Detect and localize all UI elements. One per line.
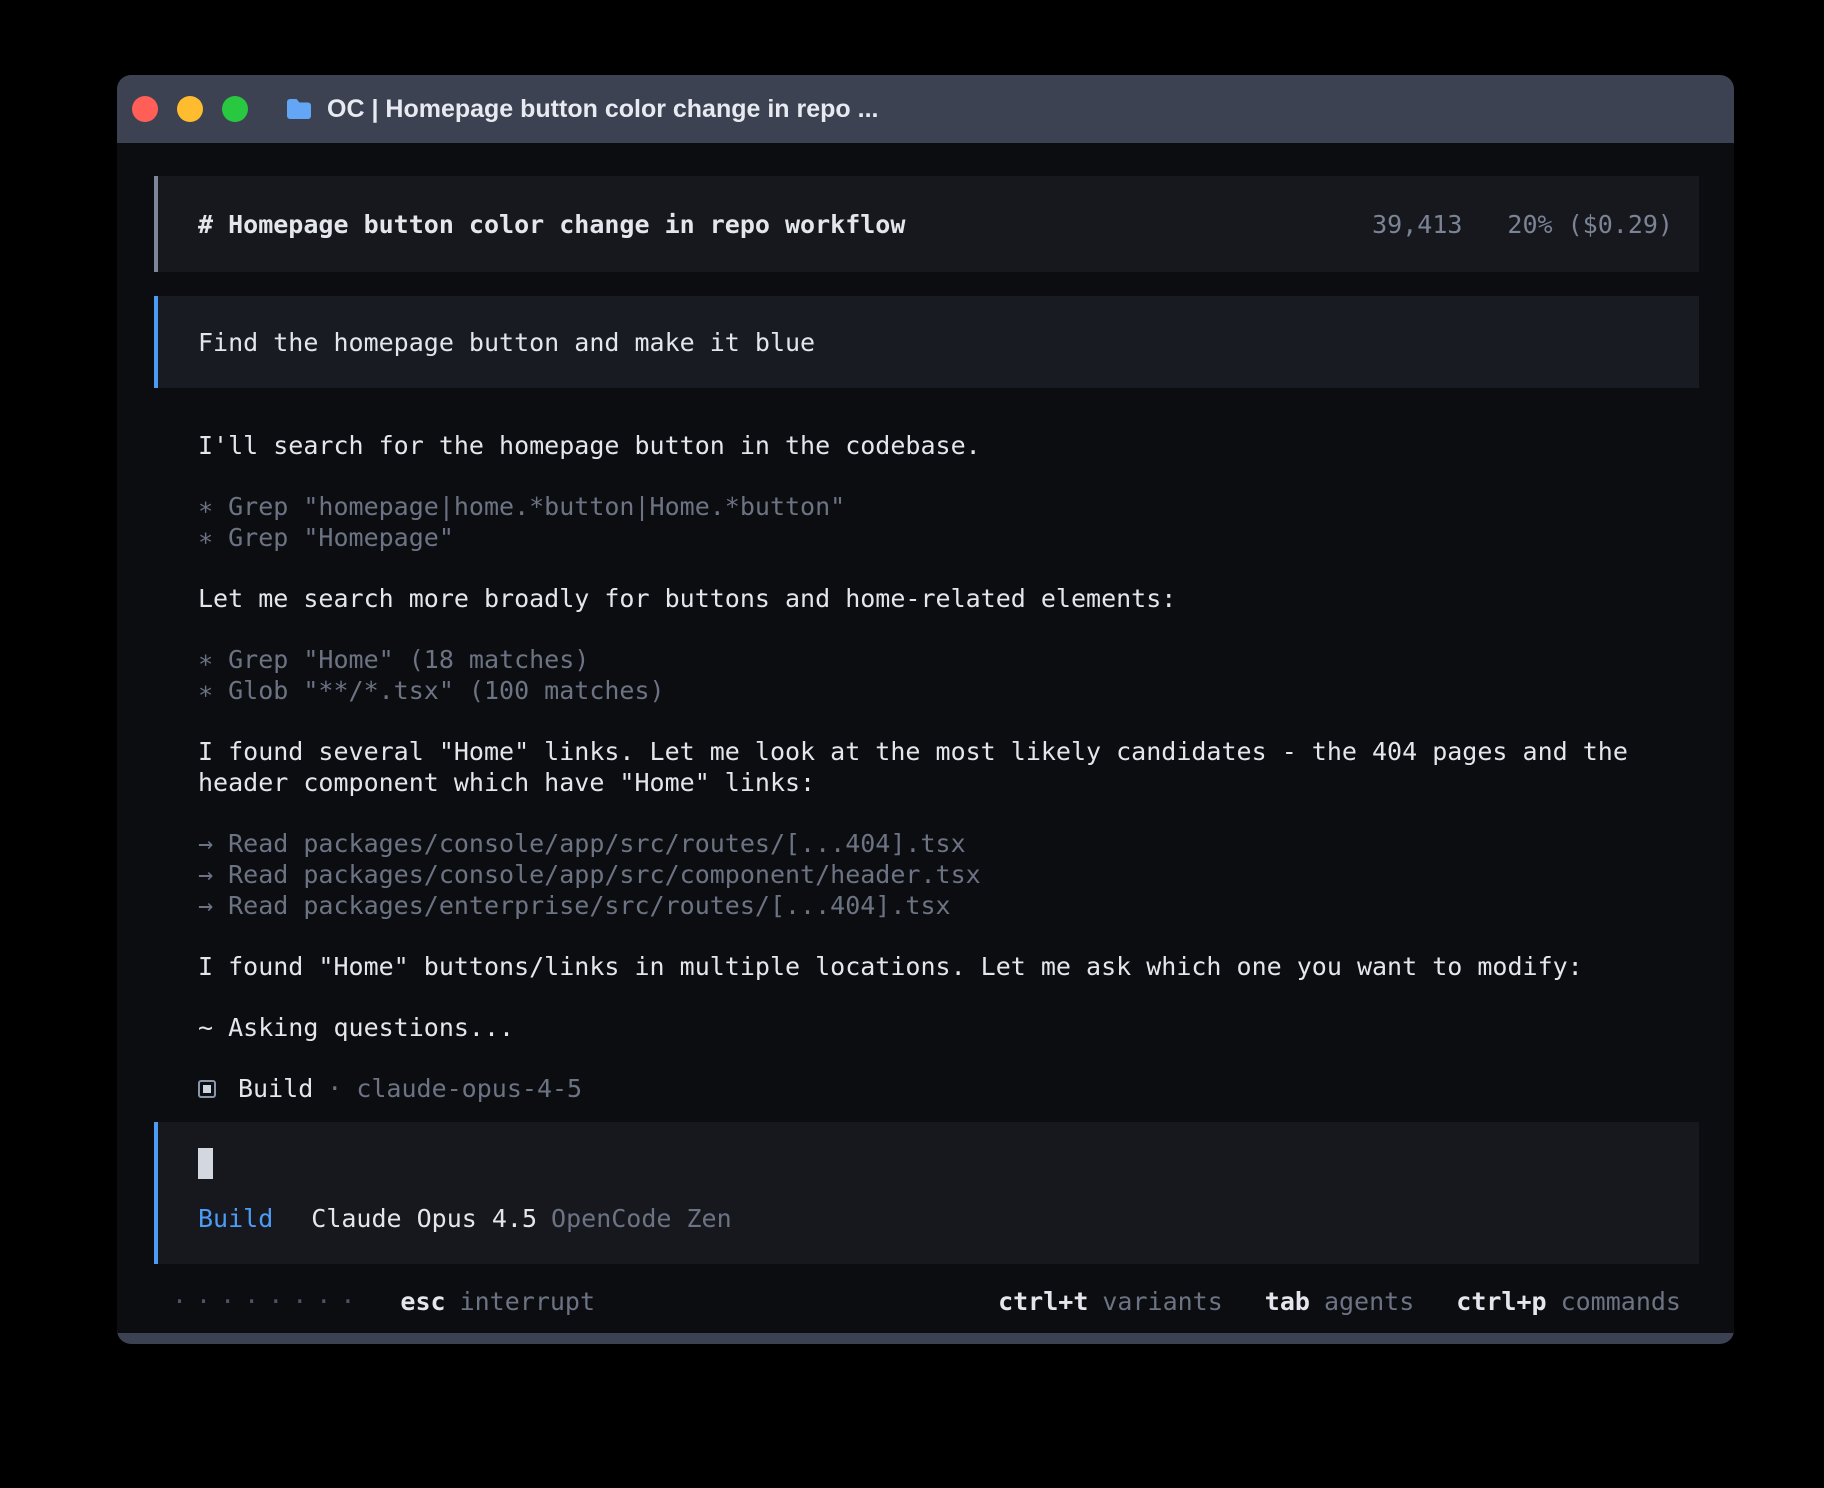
- tool-call-line: ∗ Grep "Home" (18 matches): [198, 644, 1699, 675]
- tool-call-line: → Read packages/console/app/src/componen…: [198, 859, 1699, 890]
- status-bar-right: ctrl+t variants tab agents ctrl+p comman…: [998, 1287, 1681, 1316]
- window-title-group: OC | Homepage button color change in rep…: [285, 95, 878, 124]
- user-message-text: Find the homepage button and make it blu…: [198, 328, 815, 357]
- agent-separator: ·: [327, 1073, 342, 1104]
- zoom-button[interactable]: [222, 96, 248, 122]
- close-button[interactable]: [132, 96, 158, 122]
- minimize-button[interactable]: [177, 96, 203, 122]
- spinner-dots: ········: [172, 1287, 364, 1316]
- prompt-input[interactable]: Build Claude Opus 4.5 OpenCode Zen: [154, 1122, 1699, 1264]
- shortcut-commands: ctrl+p commands: [1456, 1287, 1681, 1316]
- shortcut-label-interrupt: interrupt: [460, 1287, 595, 1316]
- status-bar-left: ········ esc interrupt: [172, 1287, 595, 1316]
- context-usage: 20% ($0.29): [1507, 210, 1673, 239]
- shortcut-label: agents: [1324, 1287, 1414, 1316]
- titlebar[interactable]: OC | Homepage button color change in rep…: [117, 75, 1734, 143]
- session-stats: 39,413 20% ($0.29): [1372, 210, 1673, 239]
- shortcut-key: ctrl+p: [1456, 1287, 1546, 1316]
- token-count: 39,413: [1372, 210, 1462, 239]
- tool-call-group: → Read packages/console/app/src/routes/[…: [198, 828, 1699, 921]
- shortcut-label: commands: [1561, 1287, 1681, 1316]
- agent-icon: [198, 1080, 216, 1098]
- tool-call-line: ∗ Grep "Homepage": [198, 522, 1699, 553]
- tool-call-line: ∗ Grep "homepage|home.*button|Home.*butt…: [198, 491, 1699, 522]
- session-header: # Homepage button color change in repo w…: [154, 176, 1699, 272]
- assistant-response: I'll search for the homepage button in t…: [154, 400, 1699, 1104]
- agent-mode-label: Build: [198, 1203, 273, 1234]
- session-title: # Homepage button color change in repo w…: [198, 210, 905, 239]
- status-bar: ········ esc interrupt ctrl+t variants t…: [154, 1269, 1699, 1333]
- tool-call-line: ∗ Glob "**/*.tsx" (100 matches): [198, 675, 1699, 706]
- shortcut-agents: tab agents: [1265, 1287, 1414, 1316]
- traffic-lights: [132, 96, 248, 122]
- assistant-paragraph: Let me search more broadly for buttons a…: [198, 583, 1699, 614]
- terminal-content: # Homepage button color change in repo w…: [117, 143, 1734, 1333]
- model-status-row: Build Claude Opus 4.5 OpenCode Zen: [198, 1203, 1659, 1234]
- tool-call-line: → Read packages/enterprise/src/routes/[.…: [198, 890, 1699, 921]
- prompt-text-row[interactable]: [198, 1148, 1659, 1179]
- shortcut-label: variants: [1102, 1287, 1222, 1316]
- model-provider: OpenCode Zen: [551, 1203, 732, 1234]
- agent-name: Build: [238, 1073, 313, 1104]
- folder-icon: [285, 97, 313, 121]
- model-name: Claude Opus 4.5: [311, 1203, 537, 1234]
- shortcut-key: ctrl+t: [998, 1287, 1088, 1316]
- shortcut-key-esc: esc: [400, 1287, 445, 1316]
- tool-call-group: ∗ Grep "homepage|home.*button|Home.*butt…: [198, 491, 1699, 553]
- shortcut-variants: ctrl+t variants: [998, 1287, 1223, 1316]
- window-title: OC | Homepage button color change in rep…: [327, 95, 878, 124]
- agent-model: claude-opus-4-5: [356, 1073, 582, 1104]
- terminal-window: OC | Homepage button color change in rep…: [117, 75, 1734, 1344]
- text-cursor: [198, 1148, 213, 1179]
- agent-info-line: Build · claude-opus-4-5: [198, 1073, 1699, 1104]
- assistant-paragraph: I found "Home" buttons/links in multiple…: [198, 951, 1699, 982]
- assistant-paragraph: I found several "Home" links. Let me loo…: [198, 736, 1699, 798]
- shortcut-key: tab: [1265, 1287, 1310, 1316]
- tool-call-group: ∗ Grep "Home" (18 matches) ∗ Glob "**/*.…: [198, 644, 1699, 706]
- tool-call-line: → Read packages/console/app/src/routes/[…: [198, 828, 1699, 859]
- working-status-line: ~ Asking questions...: [198, 1012, 1699, 1043]
- assistant-paragraph: I'll search for the homepage button in t…: [198, 430, 1699, 461]
- user-message: Find the homepage button and make it blu…: [154, 296, 1699, 388]
